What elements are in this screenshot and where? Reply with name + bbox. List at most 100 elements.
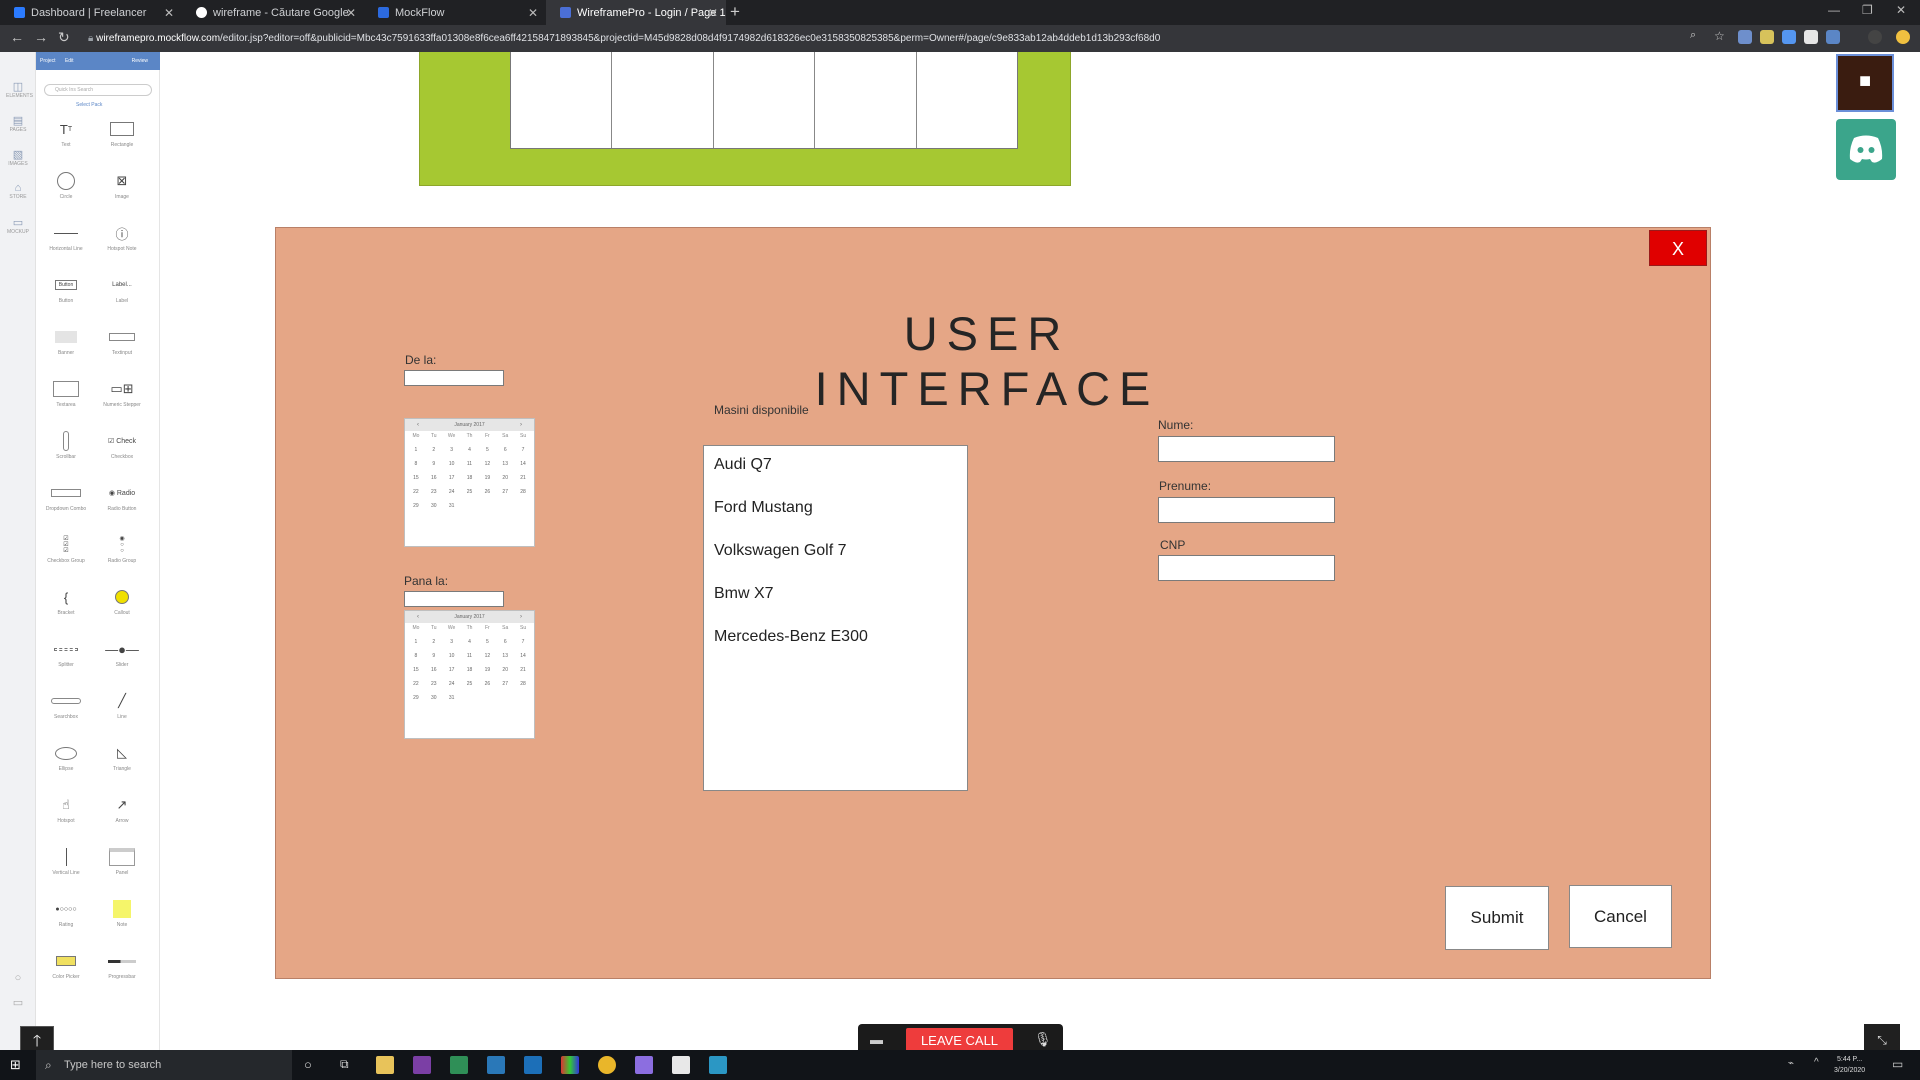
calendar-day[interactable]: 1: [407, 639, 425, 645]
calendar-day[interactable]: 17: [443, 667, 461, 673]
calendar-day[interactable]: 18: [461, 667, 479, 673]
calendar-day[interactable]: 4: [461, 447, 479, 453]
component-searchbox[interactable]: Searchbox: [42, 688, 90, 732]
app-icon[interactable]: [561, 1056, 579, 1074]
component-dropdown[interactable]: Dropdown Combo: [42, 480, 90, 524]
component-circle[interactable]: Circle: [42, 168, 90, 212]
microphone-icon[interactable]: 🎙︎: [1034, 1031, 1052, 1048]
calendar-day[interactable]: 28: [514, 681, 532, 687]
calendar-day[interactable]: 12: [478, 653, 496, 659]
component-image[interactable]: ⊠ Image: [98, 168, 146, 212]
close-tab-icon[interactable]: ✕: [164, 6, 174, 20]
calendar-day[interactable]: 27: [496, 681, 514, 687]
component-rectangle[interactable]: Rectangle: [98, 116, 146, 160]
calendar-day[interactable]: 29: [407, 503, 425, 509]
calendar-day[interactable]: 9: [425, 653, 443, 659]
to-calendar[interactable]: ‹ January 2017 › Mo Tu We Th Fr Sa Su 1 2 3 4 5 6 7 8 9…: [404, 610, 535, 739]
calendar-day[interactable]: 16: [425, 667, 443, 673]
profile-avatar[interactable]: [1868, 30, 1882, 44]
calendar-day[interactable]: 4: [461, 639, 479, 645]
rail-images[interactable]: ▧ IMAGES: [6, 148, 30, 176]
component-text[interactable]: T T Text: [42, 116, 90, 160]
calendar-day[interactable]: 10: [443, 653, 461, 659]
menu-edit[interactable]: Edit: [65, 58, 74, 64]
calendar-day[interactable]: 27: [496, 489, 514, 495]
calendar-day[interactable]: 6: [496, 639, 514, 645]
zoom-icon[interactable]: ⌕: [1690, 29, 1696, 42]
component-note[interactable]: Note: [98, 896, 146, 940]
component-splitter[interactable]: Splitter: [42, 636, 90, 680]
calendar-day[interactable]: 16: [425, 475, 443, 481]
calendar-day[interactable]: 12: [478, 461, 496, 467]
component-line[interactable]: ╱ Line: [98, 688, 146, 732]
calendar-day[interactable]: 30: [425, 503, 443, 509]
component-radio[interactable]: ◉ Radio Radio Button: [98, 480, 146, 524]
calendar-day[interactable]: 23: [425, 489, 443, 495]
calendar-day[interactable]: 11: [461, 653, 479, 659]
component-rating[interactable]: ●○○○○ Rating: [42, 896, 90, 940]
calendar-day[interactable]: 2: [425, 639, 443, 645]
calendar-day[interactable]: 18: [461, 475, 479, 481]
review-button[interactable]: Review: [132, 52, 148, 70]
calendar-day[interactable]: 31: [443, 503, 461, 509]
chat-icon[interactable]: ▭: [6, 996, 30, 1024]
calendar-day[interactable]: 26: [478, 681, 496, 687]
app-icon[interactable]: [450, 1056, 468, 1074]
select-pack-dropdown[interactable]: Select Pack: [76, 102, 102, 108]
close-tab-icon[interactable]: ✕: [346, 6, 356, 20]
notifications-icon[interactable]: ▭: [1892, 1057, 1903, 1071]
extension-icon[interactable]: [1804, 30, 1818, 44]
app-icon[interactable]: [709, 1056, 727, 1074]
calendar-day[interactable]: 22: [407, 681, 425, 687]
component-hotspot[interactable]: ☝ Hotspot: [42, 792, 90, 836]
app-icon[interactable]: [413, 1056, 431, 1074]
component-button[interactable]: Button Button: [42, 272, 90, 316]
component-checkbox[interactable]: ☑ Check Checkbox: [98, 428, 146, 472]
calendar-day[interactable]: 8: [407, 461, 425, 467]
calendar-day[interactable]: 26: [478, 489, 496, 495]
list-item[interactable]: Volkswagen Golf 7: [714, 542, 847, 560]
rail-store[interactable]: ⌂ STORE: [6, 182, 30, 210]
video-tile[interactable]: ■: [1836, 54, 1894, 112]
app-icon[interactable]: [487, 1056, 505, 1074]
calendar-day[interactable]: 9: [425, 461, 443, 467]
new-tab-icon[interactable]: +: [730, 2, 740, 22]
component-panel[interactable]: Panel: [98, 844, 146, 888]
calendar-day[interactable]: 6: [496, 447, 514, 453]
discord-widget[interactable]: [1836, 119, 1896, 180]
component-callout[interactable]: Callout: [98, 584, 146, 628]
component-numeric-stepper[interactable]: ▭⊞ Numeric Stepper: [98, 376, 146, 420]
component-progressbar[interactable]: Progressbar: [98, 948, 146, 992]
table-strip[interactable]: [510, 52, 1018, 149]
calendar-day[interactable]: 10: [443, 461, 461, 467]
list-item[interactable]: Mercedes-Benz E300: [714, 628, 868, 646]
calendar-day[interactable]: 19: [478, 475, 496, 481]
component-triangle[interactable]: ◺ Triangle: [98, 740, 146, 784]
calendar-day[interactable]: 20: [496, 475, 514, 481]
calendar-day[interactable]: 31: [443, 695, 461, 701]
taskbar-clock[interactable]: 5:44 P... 3/20/2020: [1834, 1054, 1865, 1076]
calendar-grid[interactable]: Mo Tu We Th Fr Sa Su 1 2 3 4 5 6 7 8 9 10 11 12 13 14 15 16 17 1…: [405, 431, 534, 511]
calendar-day[interactable]: 11: [461, 461, 479, 467]
calendar-day[interactable]: 14: [514, 461, 532, 467]
photoshop-icon[interactable]: [524, 1056, 542, 1074]
calendar-day[interactable]: 29: [407, 695, 425, 701]
close-button[interactable]: X: [1649, 230, 1707, 266]
component-arrow[interactable]: ↗ Arrow: [98, 792, 146, 836]
calendar-day[interactable]: 21: [514, 475, 532, 481]
extension-icon[interactable]: [1826, 30, 1840, 44]
calendar-day[interactable]: 15: [407, 667, 425, 673]
calendar-day[interactable]: 24: [443, 489, 461, 495]
minimize-icon[interactable]: —: [1828, 3, 1840, 17]
component-scrollbar[interactable]: Scrollbar: [42, 428, 90, 472]
calendar-day[interactable]: 13: [496, 461, 514, 467]
list-item[interactable]: Ford Mustang: [714, 499, 813, 517]
component-search-input[interactable]: Quick Ins Search: [44, 84, 152, 96]
calendar-day[interactable]: 15: [407, 475, 425, 481]
tab-wireframepro[interactable]: WireframePro - Login / Page 1 ✕: [546, 0, 726, 25]
bookmark-star-icon[interactable]: ☆: [1714, 29, 1725, 43]
prev-month-icon[interactable]: ‹: [417, 611, 419, 623]
calendar-day[interactable]: 21: [514, 667, 532, 673]
address-bar[interactable]: 🔒︎ wireframepro.mockflow.com/editor.jsp?…: [88, 28, 1688, 49]
component-horizontal-line[interactable]: Horizontal Line: [42, 220, 90, 264]
